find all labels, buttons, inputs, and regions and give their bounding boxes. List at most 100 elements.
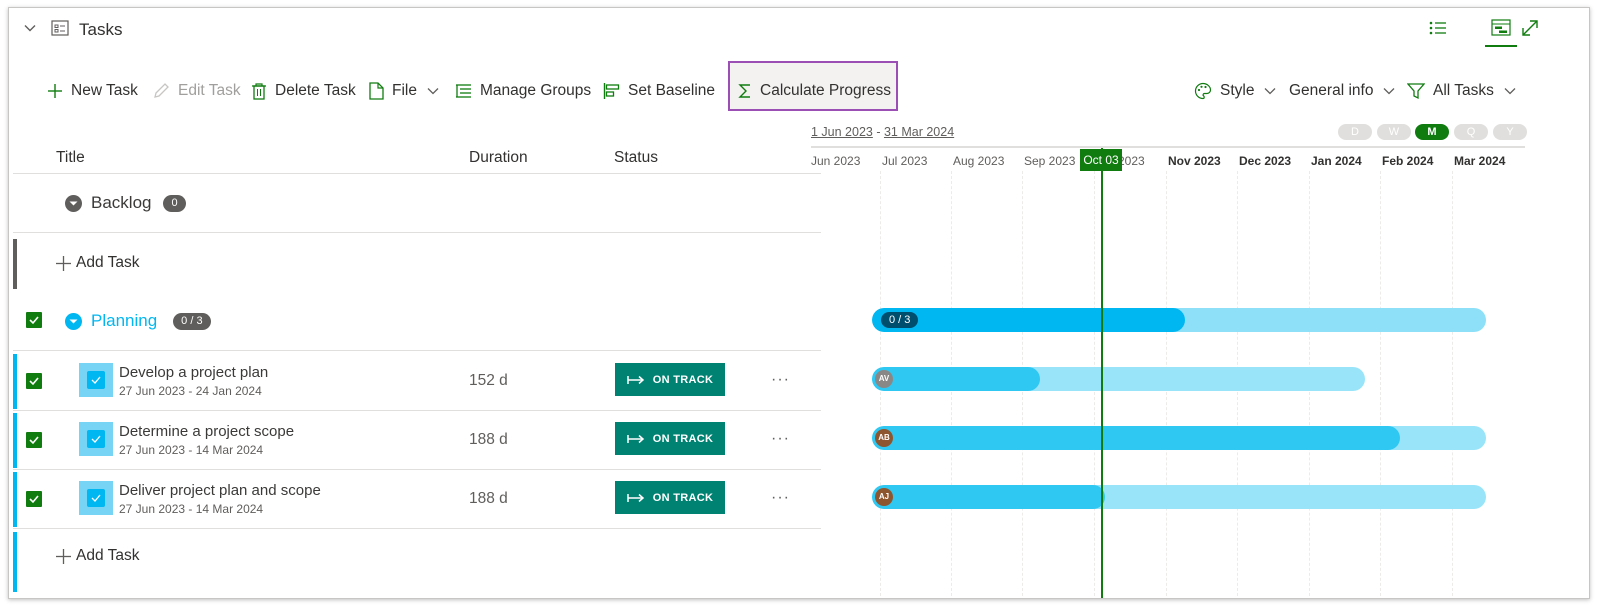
month-gridline — [1380, 171, 1381, 598]
set-baseline-label: Set Baseline — [628, 82, 716, 99]
month-label: Aug 2023 — [953, 154, 1005, 168]
collapse-circle-icon[interactable] — [65, 312, 82, 330]
group-name: Planning — [91, 311, 158, 330]
general-info-menu-button[interactable]: General info — [1289, 74, 1395, 108]
column-header-title[interactable]: Title — [56, 149, 85, 167]
manage-groups-button[interactable]: Manage Groups — [455, 74, 591, 108]
set-baseline-button[interactable]: Set Baseline — [603, 74, 715, 108]
range-separator: - — [872, 125, 884, 139]
filter-icon — [1407, 83, 1425, 100]
add-task-button-planning[interactable]: Add Task — [55, 547, 139, 565]
column-header-duration[interactable]: Duration — [469, 149, 528, 167]
group-header-backlog[interactable]: Backlog 0 — [65, 193, 186, 213]
divider — [13, 173, 821, 174]
task-bar[interactable] — [872, 367, 1365, 391]
group-color-bar — [13, 532, 17, 592]
progress-fill — [872, 367, 1040, 391]
status-badge[interactable]: ON TRACK — [615, 481, 725, 514]
chevron-down-icon — [427, 88, 439, 95]
task-bar[interactable] — [872, 426, 1486, 450]
task-dates: 27 Jun 2023 - 14 Mar 2024 — [119, 502, 264, 516]
group-bar-planning[interactable] — [872, 308, 1486, 332]
all-tasks-label: All Tasks — [1433, 82, 1494, 99]
task-name[interactable]: Deliver project plan and scope — [119, 482, 321, 499]
tasks-list-icon — [51, 20, 69, 36]
task-checkbox[interactable] — [26, 373, 42, 389]
active-view-indicator — [1485, 45, 1517, 47]
assignee-avatar[interactable]: AB — [875, 429, 893, 447]
range-end[interactable]: 31 Mar 2024 — [884, 125, 954, 139]
task-name[interactable]: Develop a project plan — [119, 364, 268, 381]
scale-button-q[interactable]: Q — [1454, 124, 1488, 140]
status-badge[interactable]: ON TRACK — [615, 422, 725, 455]
file-menu-button[interactable]: File — [369, 74, 439, 108]
today-marker-label: Oct 03 — [1080, 149, 1122, 171]
column-header-status[interactable]: Status — [614, 149, 658, 167]
edit-task-button[interactable]: Edit Task — [152, 74, 241, 108]
status-badge[interactable]: ON TRACK — [615, 363, 725, 396]
task-checkbox[interactable] — [26, 432, 42, 448]
calculate-progress-button[interactable]: Calculate Progress — [728, 74, 898, 108]
sigma-icon — [738, 84, 750, 98]
gantt-date-range[interactable]: 1 Jun 2023 - 31 Mar 2024 — [811, 125, 954, 139]
task-type-icon — [79, 481, 113, 515]
divider — [13, 410, 821, 411]
scale-button-m[interactable]: M — [1415, 124, 1449, 140]
month-label: Sep 2023 — [1024, 154, 1076, 168]
check-icon — [91, 376, 101, 384]
collapse-chevron-icon[interactable] — [23, 21, 37, 35]
general-info-label: General info — [1289, 82, 1374, 99]
group-color-bar — [13, 472, 17, 527]
groups-list-icon — [456, 84, 471, 98]
baseline-icon — [603, 83, 620, 99]
range-start[interactable]: 1 Jun 2023 — [811, 125, 873, 139]
task-checkbox[interactable] — [26, 491, 42, 507]
more-options-button[interactable]: ··· — [771, 371, 790, 389]
task-type-icon — [79, 422, 113, 456]
all-tasks-filter-button[interactable]: All Tasks — [1407, 74, 1516, 108]
pencil-icon — [154, 83, 169, 98]
palette-icon — [1194, 82, 1212, 100]
scale-button-d[interactable]: D — [1338, 124, 1372, 140]
divider — [13, 469, 821, 470]
group-name: Backlog — [91, 193, 152, 212]
task-duration: 152 d — [469, 372, 508, 389]
edit-task-label: Edit Task — [178, 82, 241, 99]
check-icon — [29, 316, 39, 325]
more-options-button[interactable]: ··· — [771, 489, 790, 507]
gantt-view-icon[interactable] — [1490, 18, 1512, 38]
group-header-planning[interactable]: Planning 0 / 3 — [65, 311, 211, 331]
file-icon — [369, 82, 384, 100]
arrow-right-to-line-icon — [627, 493, 644, 502]
month-label: Jun 2023 — [811, 154, 861, 168]
scale-button-y[interactable]: Y — [1493, 124, 1527, 140]
progress-fill — [872, 308, 1185, 332]
check-icon — [29, 436, 39, 445]
group-checkbox[interactable] — [26, 312, 42, 328]
group-color-bar — [13, 413, 17, 468]
arrow-right-to-line-icon — [627, 375, 644, 384]
task-name[interactable]: Determine a project scope — [119, 423, 294, 440]
file-label: File — [392, 82, 417, 99]
timeline-axis — [811, 146, 1525, 148]
scale-button-w[interactable]: W — [1377, 124, 1411, 140]
month-label: Jan 2024 — [1311, 154, 1362, 168]
task-type-icon — [79, 363, 113, 397]
task-duration: 188 d — [469, 431, 508, 448]
tasks-panel: Tasks New Task Edit Task Delete Task Fil… — [8, 7, 1590, 599]
task-bar[interactable] — [872, 485, 1486, 509]
assignee-avatar[interactable]: AV — [875, 370, 893, 388]
more-options-button[interactable]: ··· — [771, 430, 790, 448]
list-view-icon[interactable] — [1427, 18, 1449, 38]
add-task-button-backlog[interactable]: Add Task — [55, 254, 139, 272]
new-task-button[interactable]: New Task — [47, 74, 138, 108]
group-color-bar — [13, 239, 17, 289]
add-task-label: Add Task — [76, 254, 140, 271]
collapse-circle-icon[interactable] — [65, 194, 82, 212]
plus-icon — [56, 548, 71, 564]
plus-icon — [56, 255, 71, 271]
expand-icon[interactable] — [1519, 18, 1541, 38]
delete-task-button[interactable]: Delete Task — [251, 74, 356, 108]
assignee-avatar[interactable]: AJ — [875, 488, 893, 506]
style-menu-button[interactable]: Style — [1194, 74, 1276, 108]
